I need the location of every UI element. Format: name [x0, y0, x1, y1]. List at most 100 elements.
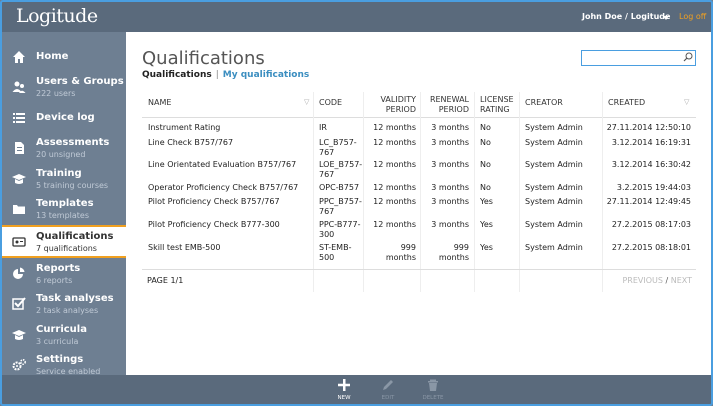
sidebar-item-curricula[interactable]: Curricula 3 curricula	[2, 320, 126, 350]
user-menu[interactable]: John Doe / Logitude	[582, 12, 670, 21]
cell-validity: 12 months	[373, 123, 416, 132]
sidebar-item-label: Assessments	[36, 137, 110, 148]
cell-created: 27.2.2015 08:18:01	[611, 243, 691, 252]
tab-qualifications[interactable]: Qualifications	[142, 70, 212, 80]
sidebar-item-qualifications[interactable]: Qualifications 7 qualifications	[2, 225, 126, 258]
cell-code: IR	[319, 123, 327, 132]
chevron-down-icon[interactable]	[663, 16, 669, 20]
sidebar-item-assessments[interactable]: Assessments 20 unsigned	[2, 133, 126, 163]
sidebar-item-device-log[interactable]: Device log	[2, 103, 126, 133]
table-header: NAME ▽ CODE VALIDITY PERIOD RENEWAL PERI…	[142, 92, 696, 118]
page-nav-separator: /	[665, 276, 669, 285]
edit-button[interactable]: EDIT	[373, 379, 403, 401]
gears-icon	[12, 358, 26, 372]
cell-code: LC_B757-	[319, 138, 357, 147]
cell-creator: System Admin	[525, 220, 583, 229]
list-icon	[12, 111, 26, 125]
cell-created: 27.11.2014 12:49:45	[606, 197, 691, 206]
cell-created: 3.12.2014 16:30:42	[611, 160, 691, 169]
logoff-link[interactable]: Log off	[679, 12, 706, 21]
column-header-renewal[interactable]: RENEWAL PERIOD	[422, 95, 469, 115]
pie-chart-icon	[12, 267, 26, 281]
cell-name: Line Check B757/767	[148, 138, 234, 147]
column-header-license[interactable]: LICENSE RATING	[480, 95, 514, 115]
cell-validity: 12 months	[373, 220, 416, 229]
sidebar-item-users[interactable]: Users & Groups 222 users	[2, 72, 126, 102]
cell-renewal: 3 months	[431, 183, 469, 192]
cell-code: ST-EMB-	[319, 243, 352, 252]
column-divider	[313, 92, 314, 292]
page-title: Qualifications	[142, 48, 265, 69]
column-header-line: RATING	[480, 105, 510, 114]
document-icon	[12, 141, 26, 155]
cell-license: No	[480, 123, 491, 132]
cell-license: No	[480, 183, 491, 192]
checkbox-icon	[12, 297, 26, 311]
cell-creator: System Admin	[525, 160, 583, 169]
column-header-line: RENEWAL	[429, 95, 469, 104]
graduation-cap-icon	[12, 328, 26, 342]
sidebar-item-sub: 13 templates	[36, 211, 90, 220]
sidebar-item-label: Users & Groups	[36, 76, 124, 87]
cell-license: Yes	[480, 243, 493, 252]
sidebar-item-reports[interactable]: Reports 6 reports	[2, 259, 126, 289]
cell-code: PPC-B777-	[319, 220, 361, 229]
sidebar: Home Users & Groups 222 users Device log…	[2, 32, 126, 376]
app-logo: Logitude	[16, 5, 98, 27]
sidebar-item-templates[interactable]: Templates 13 templates	[2, 194, 126, 224]
column-header-name[interactable]: NAME	[148, 98, 171, 108]
sidebar-item-sub: 6 reports	[36, 276, 73, 285]
cell-code: 300	[319, 230, 335, 239]
tab-separator: |	[215, 70, 219, 80]
column-header-code[interactable]: CODE	[319, 98, 342, 108]
next-link[interactable]: NEXT	[671, 276, 692, 285]
cell-renewal: months	[438, 253, 469, 262]
app-window: Logitude John Doe / Logitude Log off Hom…	[0, 0, 713, 406]
bottom-toolbar: NEW EDIT DELETE	[2, 375, 711, 404]
delete-button-label: DELETE	[422, 395, 444, 401]
previous-link[interactable]: PREVIOUS	[622, 276, 663, 285]
sidebar-item-sub: 3 curricula	[36, 337, 79, 346]
column-header-line: PERIOD	[385, 105, 416, 114]
cell-created: 3.2.2015 19:44:03	[616, 183, 691, 192]
column-header-created[interactable]: CREATED	[608, 98, 645, 108]
cell-renewal: 3 months	[431, 197, 469, 206]
cell-license: Yes	[480, 220, 493, 229]
trash-icon	[418, 379, 448, 393]
sidebar-item-task-analyses[interactable]: Task analyses 2 task analyses	[2, 289, 126, 319]
sidebar-item-label: Curricula	[36, 324, 87, 335]
cell-creator: System Admin	[525, 197, 583, 206]
sidebar-item-sub: 20 unsigned	[36, 150, 86, 159]
sort-icon[interactable]: ▽	[304, 98, 309, 106]
cell-validity: 999	[400, 243, 416, 252]
new-button[interactable]: NEW	[329, 379, 359, 401]
new-button-label: NEW	[337, 395, 351, 401]
sidebar-item-home[interactable]: Home	[2, 42, 126, 72]
tab-bar: Qualifications | My qualifications	[142, 70, 309, 80]
column-header-creator[interactable]: CREATOR	[525, 98, 563, 108]
sidebar-item-sub: 5 training courses	[36, 181, 109, 190]
cell-license: No	[480, 160, 491, 169]
column-header-validity[interactable]: VALIDITY PERIOD	[368, 95, 416, 115]
sidebar-item-label: Device log	[36, 112, 95, 123]
page-info: PAGE 1/1	[147, 276, 184, 285]
cell-name: Operator Proficiency Check B757/767	[148, 183, 299, 192]
sort-icon[interactable]: ▽	[684, 98, 689, 106]
delete-button[interactable]: DELETE	[418, 379, 448, 401]
search-input[interactable]	[581, 50, 696, 66]
column-divider	[474, 92, 475, 292]
plus-icon	[329, 379, 359, 393]
cell-created: 27.2.2015 08:17:03	[611, 220, 691, 229]
qualifications-table: NAME ▽ CODE VALIDITY PERIOD RENEWAL PERI…	[142, 92, 696, 292]
search-icon[interactable]	[682, 52, 694, 64]
cell-code: 767	[319, 148, 335, 157]
main-panel: Qualifications Qualifications | My qualifi…	[126, 32, 711, 375]
cell-code: OPC-B757	[319, 183, 360, 192]
sidebar-item-training[interactable]: Training 5 training courses	[2, 164, 126, 194]
cell-name: Instrument Rating	[148, 123, 221, 132]
pencil-icon	[373, 379, 403, 393]
tab-my-qualifications[interactable]: My qualifications	[223, 70, 309, 80]
column-divider	[519, 92, 520, 292]
cell-name: Pilot Proficiency Check B757/767	[148, 197, 280, 206]
sidebar-item-sub: 222 users	[36, 89, 76, 98]
